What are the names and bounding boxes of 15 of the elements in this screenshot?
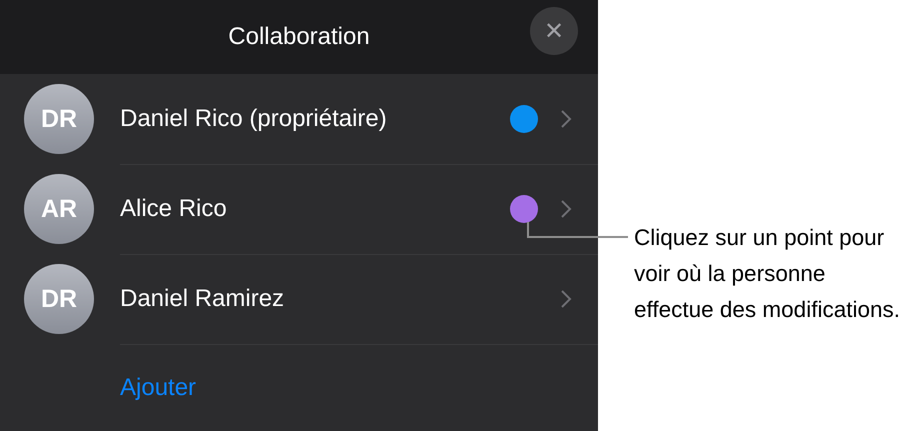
chevron-icon[interactable]: [560, 108, 572, 128]
avatar: DR: [24, 264, 94, 334]
person-name[interactable]: Daniel Ramirez: [120, 284, 560, 312]
avatar: AR: [24, 174, 94, 244]
panel-title: Collaboration: [228, 23, 370, 51]
close-button[interactable]: ✕: [530, 7, 578, 55]
person-name[interactable]: Daniel Rico (propriétaire): [120, 104, 510, 132]
callout-text: Cliquez sur un point pour voir où la personne effectue des modifications.: [634, 224, 900, 324]
person-name[interactable]: Alice Rico: [120, 194, 510, 222]
chevron-icon[interactable]: [560, 288, 572, 308]
avatar: DR: [24, 84, 94, 154]
color-dot[interactable]: [510, 194, 538, 222]
chevron-icon[interactable]: [560, 198, 572, 218]
add-link[interactable]: Ajouter: [120, 374, 196, 402]
color-dot[interactable]: [510, 104, 538, 132]
